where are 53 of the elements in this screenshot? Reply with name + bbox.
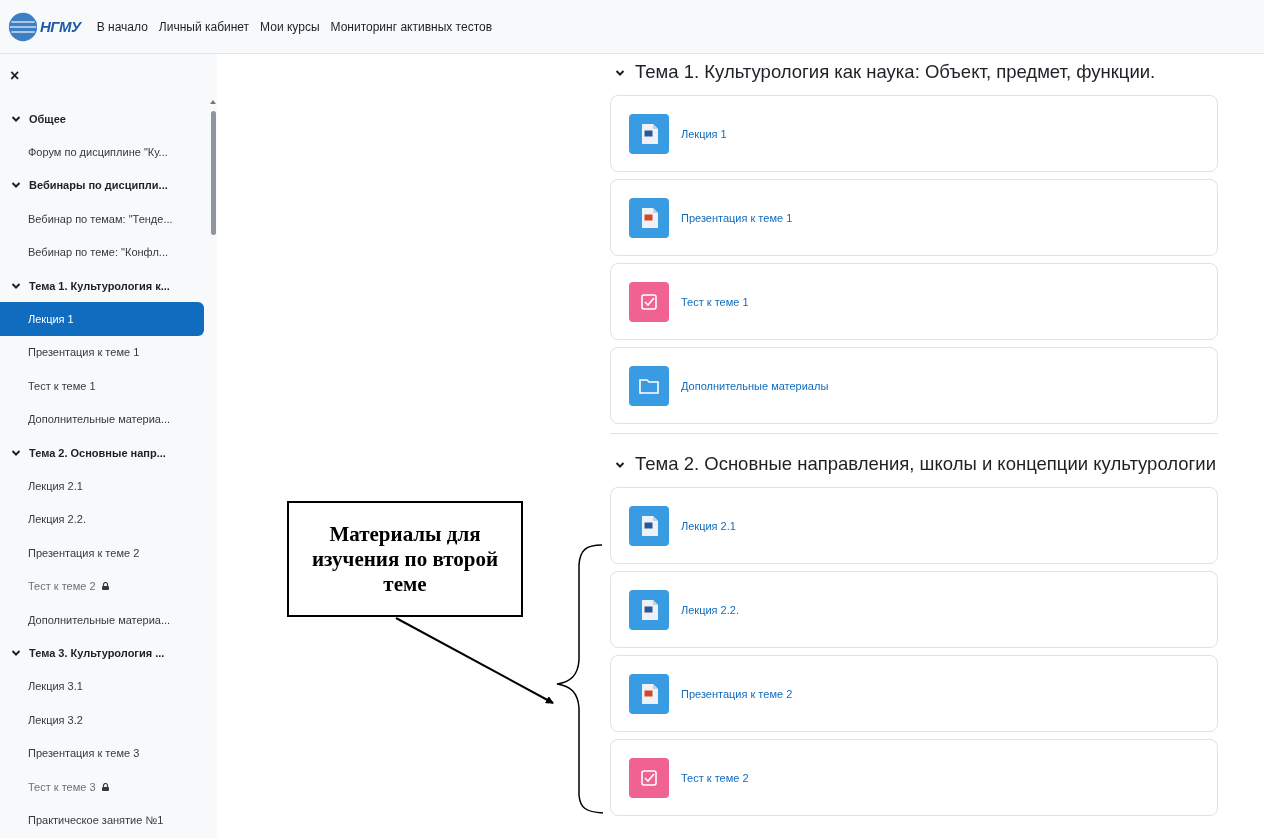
logo-text[interactable]: НГМУ — [40, 18, 81, 35]
index-item[interactable]: Вебинар по темам: "Тенде... — [0, 202, 204, 236]
presentation-file-icon — [629, 197, 669, 238]
index-item[interactable]: Лекция 1 — [0, 302, 204, 336]
nav-link[interactable]: Личный кабинет — [158, 19, 250, 34]
activity-link[interactable]: Тест к теме 2 — [681, 771, 749, 784]
index-item[interactable]: Лекция 2.1 — [0, 469, 204, 503]
index-item[interactable]: Презентация к теме 3 — [0, 736, 204, 770]
word-document-icon — [629, 589, 669, 630]
index-item[interactable]: Форум по дисциплине "Ку... — [0, 135, 204, 169]
chevron-down-icon[interactable] — [615, 460, 625, 470]
word-document-icon — [629, 505, 669, 546]
section-title[interactable]: Тема 2. Основные напр... — [29, 446, 166, 459]
activity-link[interactable]: Лекция 2.2. — [681, 603, 739, 616]
index-item[interactable]: Презентация к теме 1 — [0, 335, 204, 370]
callout-note: Материалы для изучения по второй теме — [287, 501, 523, 617]
index-item[interactable]: Лекция 2.2. — [0, 502, 204, 537]
lock-icon — [101, 782, 109, 791]
section-title[interactable]: Общее — [29, 112, 66, 125]
nav-link[interactable]: Мои курсы — [260, 19, 320, 34]
section-heading: Тема 1. Культурология как наука: Объект, предмет, функции. — [635, 60, 1156, 84]
nav-link[interactable]: Мониторинг активных тестов — [330, 19, 493, 34]
index-item[interactable]: Дополнительные материа... — [0, 402, 204, 436]
folder-icon — [629, 365, 669, 406]
index-item[interactable]: Практическое занятие №1 — [0, 803, 204, 837]
index-item[interactable]: Вебинар по теме: "Конфл... — [0, 235, 204, 269]
index-item[interactable]: Презентация к теме 2 — [0, 536, 204, 570]
activity-link[interactable]: Презентация к теме 2 — [681, 687, 793, 700]
close-button[interactable]: × — [10, 68, 20, 84]
section-title[interactable]: Тема 1. Культурология к... — [29, 279, 170, 292]
nav-link[interactable]: В начало — [96, 19, 148, 34]
index-item[interactable]: Тест к теме 1 — [0, 369, 204, 403]
index-item[interactable]: Тест к теме 2 — [0, 569, 204, 603]
index-item[interactable]: Лекция 3.1 — [0, 669, 204, 704]
activity-link[interactable]: Лекция 2.1 — [681, 519, 736, 532]
activity-link[interactable]: Лекция 1 — [681, 127, 727, 140]
chevron-down-icon[interactable] — [615, 68, 625, 78]
section-title[interactable]: Тема 3. Культурология ... — [29, 646, 165, 659]
globe-icon — [8, 11, 38, 42]
index-item[interactable]: Дополнительные материа... — [0, 602, 204, 637]
checkbox-icon — [629, 757, 669, 798]
activity-link[interactable]: Тест к теме 1 — [681, 295, 749, 308]
lock-icon — [101, 582, 109, 591]
index-item[interactable]: Тест к теме 3 — [0, 769, 204, 804]
checkbox-icon — [629, 281, 669, 322]
activity-link[interactable]: Презентация к теме 1 — [681, 211, 793, 224]
presentation-file-icon — [629, 673, 669, 714]
index-item[interactable]: Лекция 3.2 — [0, 703, 204, 737]
word-document-icon — [629, 113, 669, 154]
scroll-up-icon[interactable] — [210, 99, 216, 105]
section-heading: Тема 2. Основные направления, школы и концепции культурологии — [635, 452, 1216, 476]
activity-link[interactable]: Дополнительные материалы — [681, 379, 829, 392]
section-title[interactable]: Вебинары по дисципли... — [29, 179, 168, 192]
